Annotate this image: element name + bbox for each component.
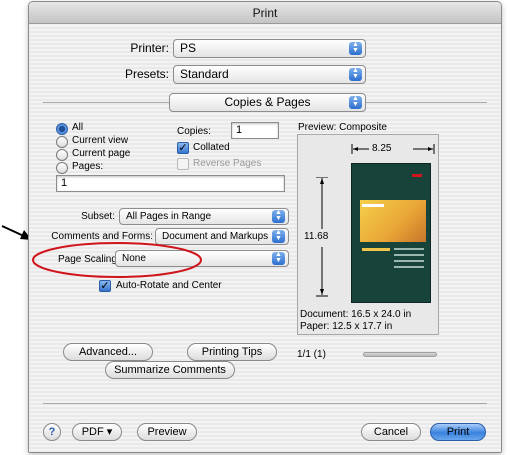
window-title: Print	[29, 2, 501, 24]
radio-current-view-label: Current view	[72, 135, 129, 146]
presets-value: Standard	[180, 67, 229, 81]
preview-title: Preview: Composite	[298, 122, 387, 133]
preview-height: 11.68	[304, 231, 329, 242]
radio-all[interactable]	[56, 123, 68, 135]
thumbnail-text-line	[394, 248, 424, 250]
thumbnail-subheading	[362, 248, 390, 251]
radio-pages[interactable]	[56, 162, 68, 174]
thumbnail-text-line	[394, 254, 424, 256]
printer-value: PS	[180, 41, 197, 55]
document-thumbnail	[351, 163, 431, 303]
paper-size: Paper: 12.5 x 17.7 in	[300, 321, 393, 332]
radio-pages-label: Pages:	[72, 161, 104, 172]
panel-value: Copies & Pages	[224, 95, 311, 109]
pdf-button[interactable]: PDF ▾	[72, 423, 122, 441]
collated-checkbox[interactable]: ✓	[177, 142, 189, 154]
panel-popup[interactable]: Copies & Pages ▲ ▼	[169, 93, 366, 112]
copies-label: Copies:	[177, 126, 211, 137]
radio-current-page-label: Current page	[72, 148, 131, 159]
print-dialog: Print Printer: PS ▲ ▼ Presets: Standard ▲…	[28, 1, 502, 453]
presets-label: Presets:	[124, 67, 169, 81]
advanced-button[interactable]: Advanced...	[63, 343, 153, 361]
collated-label: Collated	[193, 142, 230, 153]
printing-tips-button[interactable]: Printing Tips	[187, 343, 277, 361]
thumbnail-text-line	[394, 266, 424, 268]
separator	[43, 403, 487, 404]
thumbnail-heading	[362, 204, 384, 207]
preview-button[interactable]: Preview	[137, 423, 197, 441]
cancel-button[interactable]: Cancel	[361, 423, 421, 441]
dialog-body: Printer: PS ▲ ▼ Presets: Standard ▲ ▼ Copi…	[29, 25, 501, 452]
thumbnail-logo	[412, 174, 422, 177]
popup-arrows-icon: ▲ ▼	[272, 229, 285, 243]
preview-width: 8.25	[372, 143, 392, 154]
page-count: 1/1 (1)	[297, 349, 326, 360]
print-button[interactable]: Print	[430, 423, 486, 441]
summarize-comments-button[interactable]: Summarize Comments	[105, 361, 235, 379]
autorotate-checkbox[interactable]: ✓	[99, 280, 111, 292]
popup-arrows-icon: ▲ ▼	[272, 251, 285, 265]
popup-arrows-icon: ▲ ▼	[349, 95, 362, 109]
thumbnail-text-line	[394, 260, 424, 262]
subset-label: Subset:	[81, 211, 115, 222]
popup-arrows-icon: ▲ ▼	[272, 209, 285, 223]
popup-arrows-icon: ▲ ▼	[349, 67, 362, 81]
reverse-pages-checkbox[interactable]	[177, 158, 189, 170]
preview-panel: 8.25 11.68 Document: 16.5 x 24.0 in Pape…	[297, 134, 439, 335]
subset-value: All Pages in Range	[126, 211, 212, 222]
popup-arrows-icon: ▲ ▼	[349, 41, 362, 55]
width-arrow-icon	[351, 144, 435, 154]
document-size: Document: 16.5 x 24.0 in	[300, 309, 412, 320]
autorotate-label: Auto-Rotate and Center	[116, 280, 222, 291]
presets-popup[interactable]: Standard ▲ ▼	[173, 65, 366, 84]
copies-field[interactable]: 1	[231, 122, 279, 139]
radio-current-view[interactable]	[56, 136, 68, 148]
subset-popup[interactable]: All Pages in Range ▲ ▼	[119, 208, 289, 225]
reverse-pages-label: Reverse Pages	[193, 158, 262, 169]
radio-all-label: All	[72, 122, 84, 133]
preview-scrollbar[interactable]	[363, 352, 437, 357]
printer-popup[interactable]: PS ▲ ▼	[173, 39, 366, 58]
pages-range-field[interactable]: 1	[56, 175, 285, 192]
radio-current-page[interactable]	[56, 149, 68, 161]
printer-label: Printer:	[130, 41, 169, 55]
highlight-ring-icon	[32, 242, 202, 278]
help-button[interactable]: ?	[43, 423, 61, 441]
